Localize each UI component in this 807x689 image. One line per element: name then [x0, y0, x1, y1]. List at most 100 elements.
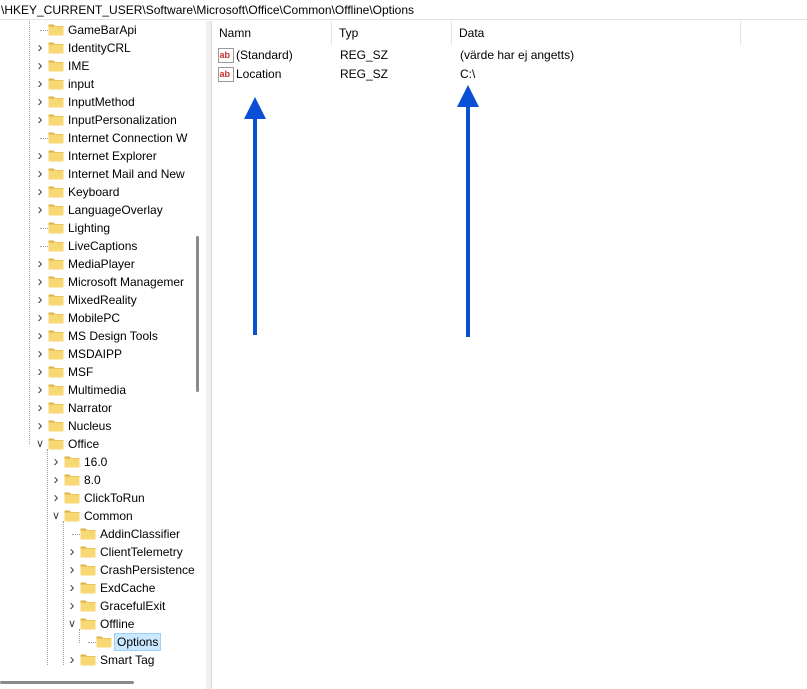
chevron-right-icon[interactable]: › — [34, 75, 46, 93]
tree-item[interactable]: ∨ Offline — [0, 615, 190, 633]
tree-guide-line — [40, 30, 48, 31]
chevron-right-icon[interactable]: › — [34, 345, 46, 363]
column-header-name[interactable]: Namn — [212, 21, 332, 45]
chevron-right-icon[interactable]: › — [66, 561, 78, 579]
folder-icon — [48, 366, 64, 378]
chevron-right-icon[interactable]: › — [34, 111, 46, 129]
column-header-data[interactable]: Data — [452, 21, 741, 45]
tree-vertical-scrollbar[interactable] — [196, 236, 199, 392]
chevron-right-icon[interactable]: › — [34, 255, 46, 273]
chevron-right-icon[interactable]: › — [34, 165, 46, 183]
folder-icon — [64, 492, 80, 504]
tree-item-label: Keyboard — [68, 185, 120, 199]
tree-item-label: Microsoft Managemer — [68, 275, 185, 289]
chevron-right-icon[interactable]: › — [66, 579, 78, 597]
tree-item-label: IME — [68, 59, 90, 73]
folder-icon — [96, 636, 112, 648]
folder-icon — [64, 510, 80, 522]
column-header-type[interactable]: Typ — [332, 21, 452, 45]
folder-icon — [48, 402, 64, 414]
tree-guide-line — [47, 449, 48, 665]
chevron-down-icon[interactable]: ∨ — [34, 435, 46, 453]
tree-item[interactable]: › ClientTelemetry — [0, 543, 190, 561]
string-value-icon: ab — [218, 67, 234, 82]
chevron-right-icon[interactable]: › — [66, 651, 78, 669]
chevron-right-icon[interactable]: › — [34, 327, 46, 345]
tree-item[interactable]: ∨ Common — [0, 507, 190, 525]
annotation-arrow-up-icon — [457, 85, 479, 337]
tree-item-label: Lighting — [68, 221, 111, 235]
chevron-right-icon[interactable]: › — [66, 543, 78, 561]
folder-icon — [64, 474, 80, 486]
chevron-right-icon[interactable]: › — [34, 183, 46, 201]
folder-icon — [48, 186, 64, 198]
tree-item-label: Narrator — [68, 401, 113, 415]
tree-item[interactable]: Options — [0, 633, 190, 651]
folder-icon — [80, 564, 96, 576]
folder-icon — [48, 312, 64, 324]
chevron-right-icon[interactable]: › — [34, 201, 46, 219]
chevron-right-icon[interactable]: › — [50, 471, 62, 489]
chevron-right-icon[interactable]: › — [34, 381, 46, 399]
chevron-right-icon[interactable]: › — [34, 147, 46, 165]
folder-icon — [48, 78, 64, 90]
chevron-right-icon[interactable]: › — [34, 309, 46, 327]
tree-item-label: MS Design Tools — [68, 329, 158, 343]
chevron-right-icon[interactable]: › — [50, 453, 62, 471]
chevron-down-icon[interactable]: ∨ — [66, 615, 78, 633]
tree-guide-line — [40, 138, 48, 139]
value-data: C:\ — [460, 67, 476, 81]
chevron-right-icon[interactable]: › — [66, 597, 78, 615]
tree-guide-line — [79, 629, 80, 643]
address-path[interactable]: \HKEY_CURRENT_USER\Software\Microsoft\Of… — [1, 3, 414, 17]
tree-item-label: CrashPersistence — [100, 563, 195, 577]
chevron-right-icon[interactable]: › — [34, 273, 46, 291]
svg-text:ab: ab — [220, 50, 231, 60]
tree-item[interactable]: › GracefulExit — [0, 597, 190, 615]
tree-guide-line — [40, 228, 48, 229]
chevron-right-icon[interactable]: › — [34, 363, 46, 381]
values-list[interactable]: Namn Typ Data ab (Standard) REG_SZ (värd… — [211, 21, 807, 689]
tree-item-label: 8.0 — [84, 473, 101, 487]
chevron-right-icon[interactable]: › — [34, 399, 46, 417]
registry-tree[interactable]: GameBarApi › IdentityCRL › IME › input › InputMe… — [0, 21, 206, 689]
folder-icon — [80, 618, 96, 630]
tree-item-label: Internet Explorer — [68, 149, 157, 163]
value-type: REG_SZ — [340, 48, 389, 62]
folder-icon — [48, 438, 64, 450]
address-bar[interactable]: \HKEY_CURRENT_USER\Software\Microsoft\Of… — [0, 0, 807, 20]
value-row-location[interactable]: ab Location REG_SZ C:\ — [212, 65, 807, 84]
value-row-standard[interactable]: ab (Standard) REG_SZ (värde har ej anget… — [212, 46, 807, 65]
tree-item-label: Internet Mail and New — [68, 167, 185, 181]
tree-item-label: AddinClassifier — [100, 527, 181, 541]
chevron-right-icon[interactable]: › — [34, 39, 46, 57]
chevron-right-icon[interactable]: › — [34, 57, 46, 75]
tree-item-label: MobilePC — [68, 311, 121, 325]
tree-item[interactable]: › 16.0 — [0, 453, 190, 471]
column-header-type-label: Typ — [339, 26, 359, 40]
folder-icon — [48, 258, 64, 270]
chevron-down-icon[interactable]: ∨ — [50, 507, 62, 525]
folder-icon — [48, 132, 64, 144]
folder-icon — [48, 42, 64, 54]
tree-item[interactable]: AddinClassifier — [0, 525, 190, 543]
tree-guide-line — [40, 246, 48, 247]
folder-icon — [80, 528, 96, 540]
chevron-right-icon[interactable]: › — [34, 417, 46, 435]
tree-item[interactable]: › ExdCache — [0, 579, 190, 597]
chevron-right-icon[interactable]: › — [50, 489, 62, 507]
tree-guide-line — [63, 521, 64, 665]
tree-item[interactable]: › CrashPersistence — [0, 561, 195, 579]
tree-item[interactable]: › ClickToRun — [0, 489, 190, 507]
folder-icon — [48, 96, 64, 108]
tree-horizontal-scrollbar[interactable] — [0, 681, 134, 684]
chevron-right-icon[interactable]: › — [34, 291, 46, 309]
tree-item-label: Smart Tag — [100, 653, 155, 667]
tree-item-label: IdentityCRL — [68, 41, 131, 55]
folder-icon — [64, 456, 80, 468]
chevron-right-icon[interactable]: › — [34, 93, 46, 111]
tree-item[interactable]: › Smart Tag — [0, 651, 190, 669]
tree-item-label: ClickToRun — [84, 491, 145, 505]
tree-item-label: Nucleus — [68, 419, 112, 433]
tree-item[interactable]: › 8.0 — [0, 471, 190, 489]
